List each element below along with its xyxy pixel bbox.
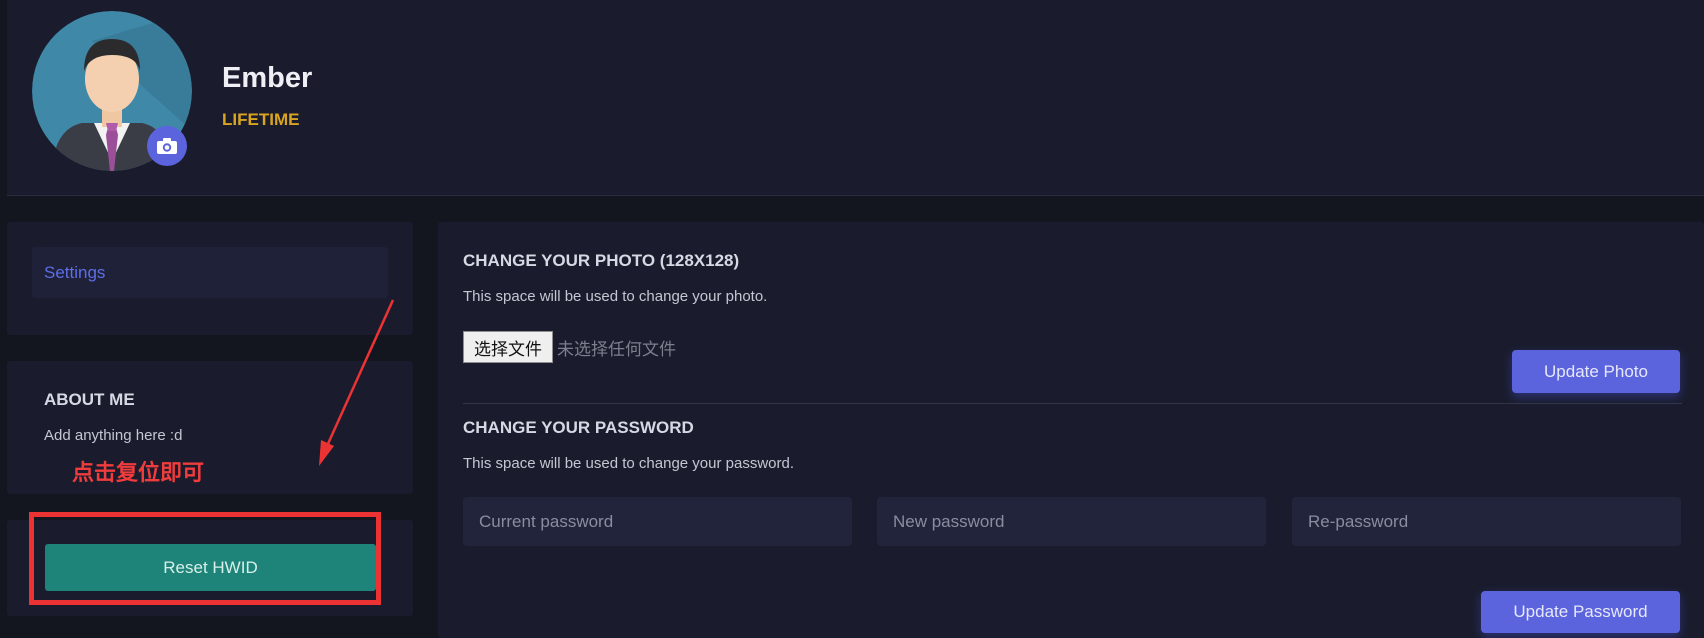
annotation-note: 点击复位即可 xyxy=(72,460,205,485)
annotation-arrow-icon xyxy=(319,299,395,466)
